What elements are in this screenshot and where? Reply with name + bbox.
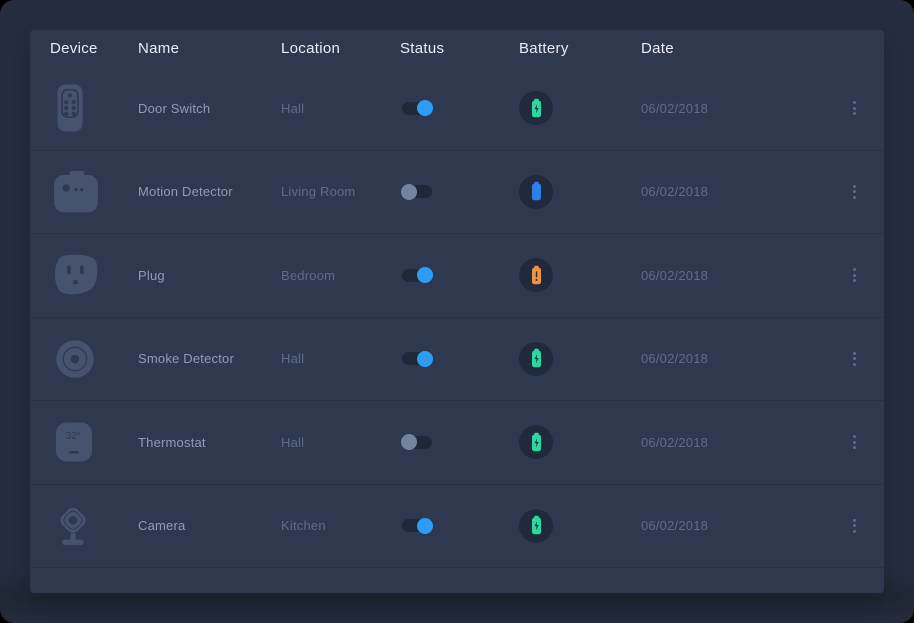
column-header-location: Location [281,40,400,57]
power-outlet-icon [50,251,102,299]
battery-indicator [519,258,553,292]
status-toggle[interactable] [402,269,432,282]
status-toggle[interactable] [402,185,432,198]
battery-indicator [519,509,553,543]
row-menu-button[interactable] [842,180,866,204]
device-location: Hall [281,351,400,366]
device-location: Kitchen [281,518,400,533]
column-header-battery: Battery [519,40,641,57]
toggle-knob [417,100,433,116]
table-row: 32° Thermostat Hall 06/02/2018 [30,401,884,485]
smoke-detector-icon [50,334,102,384]
device-location: Living Room [281,184,400,199]
device-date: 06/02/2018 [641,518,822,533]
remote-control-icon [50,80,102,136]
device-date: 06/02/2018 [641,351,822,366]
device-name: Smoke Detector [138,351,281,366]
table-row: Motion Detector Living Room 06/02/2018 [30,151,884,235]
device-name: Door Switch [138,101,281,116]
battery-indicator [519,342,553,376]
device-name: Camera [138,518,281,533]
device-location: Hall [281,101,400,116]
toggle-knob [401,184,417,200]
status-toggle[interactable] [402,102,432,115]
table-row: Door Switch Hall 06/02/2018 [30,67,884,151]
status-toggle[interactable] [402,436,432,449]
device-table-card: Device Name Location Status Battery Date… [30,30,884,593]
row-menu-button[interactable] [842,347,866,371]
device-date: 06/02/2018 [641,184,822,199]
device-date: 06/02/2018 [641,435,822,450]
svg-text:32°: 32° [66,431,81,442]
device-name: Thermostat [138,435,281,450]
column-header-device: Device [50,40,138,57]
device-date: 06/02/2018 [641,101,822,116]
toggle-knob [401,434,417,450]
table-row: Camera Kitchen 06/02/2018 [30,485,884,569]
toggle-knob [417,351,433,367]
camera-icon [50,498,102,554]
device-location: Bedroom [281,268,400,283]
device-location: Hall [281,435,400,450]
row-menu-button[interactable] [842,514,866,538]
table-row: Smoke Detector Hall 06/02/2018 [30,318,884,402]
status-toggle[interactable] [402,352,432,365]
table-header: Device Name Location Status Battery Date [30,30,884,67]
battery-indicator [519,91,553,125]
battery-indicator [519,175,553,209]
thermostat-icon: 32° [50,417,102,467]
status-toggle[interactable] [402,519,432,532]
device-name: Motion Detector [138,184,281,199]
battery-indicator [519,425,553,459]
app-window: Device Name Location Status Battery Date… [0,0,914,623]
toggle-knob [417,518,433,534]
table-row: Plug Bedroom 06/02/2018 [30,234,884,318]
row-menu-button[interactable] [842,96,866,120]
motion-detector-icon [50,168,102,216]
device-date: 06/02/2018 [641,268,822,283]
row-menu-button[interactable] [842,263,866,287]
column-header-name: Name [138,40,281,57]
table-footer-strip [30,568,884,593]
table-body: Door Switch Hall 06/02/2018 Motion Detec… [30,67,884,568]
column-header-status: Status [400,40,519,57]
column-header-date: Date [641,40,822,57]
toggle-knob [417,267,433,283]
device-name: Plug [138,268,281,283]
row-menu-button[interactable] [842,430,866,454]
